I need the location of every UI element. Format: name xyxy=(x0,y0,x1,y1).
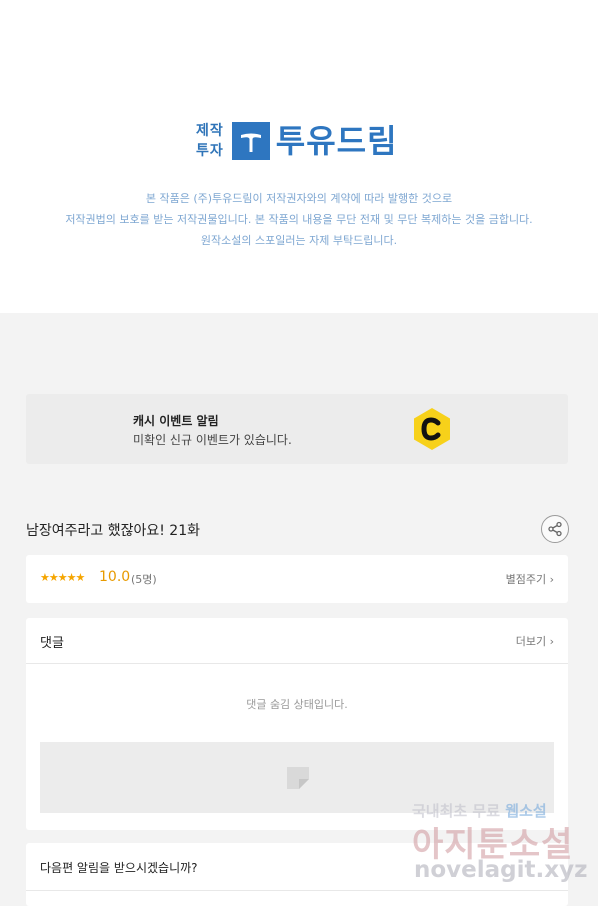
copyright-notice-line: 원작소설의 스포일러는 자제 부탁드립니다. xyxy=(200,234,398,247)
banner-title: 캐시 이벤트 알림 xyxy=(133,414,219,428)
comments-more-label: 더보기 xyxy=(515,635,547,648)
episode-title: 남장여주라고 했잖아요! 21화 xyxy=(26,523,201,539)
divider xyxy=(26,890,568,891)
share-icon xyxy=(548,521,562,537)
logo-mark-icon xyxy=(231,122,270,160)
divider xyxy=(26,663,568,664)
cash-c-icon xyxy=(414,408,450,450)
logo-small-line2: 투자 xyxy=(196,143,224,159)
rate-button[interactable]: 별점주기 › xyxy=(506,571,554,587)
rating-score: 10.0 xyxy=(99,569,131,585)
chevron-right-icon: › xyxy=(549,573,554,586)
copyright-notice-line: 본 작품은 (주)투유드림이 저작권자와의 계약에 따라 발행한 것으로 xyxy=(145,192,453,205)
next-episode-question: 다음편 알림을 받으시겠습니까? xyxy=(40,861,198,875)
comments-header: 댓글 xyxy=(40,636,64,651)
comments-more-button[interactable]: 더보기 › xyxy=(516,633,554,649)
publisher-section: 제작 투자 투유드림 본 작품은 (주)투유드림이 저작권자와의 계약에 따라 … xyxy=(0,0,598,313)
cash-event-banner[interactable]: 캐시 이벤트 알림 미확인 신규 이벤트가 있습니다. xyxy=(26,394,568,464)
copyright-notice-line: 저작권법의 보호를 받는 저작권물입니다. 본 작품의 내용을 무단 전재 및 … xyxy=(65,213,533,226)
rate-button-label: 별점주기 xyxy=(505,573,547,586)
share-button[interactable] xyxy=(541,515,569,543)
chevron-right-icon: › xyxy=(549,635,554,648)
rating-count: (5명) xyxy=(131,573,157,586)
brand-name: 투유드림 xyxy=(275,122,398,160)
logo-small-line1: 제작 xyxy=(196,123,224,139)
rating-card: ★★★★★ 10.0 (5명) 별점주기 › xyxy=(26,555,568,603)
comments-card: 댓글 더보기 › 댓글 숨김 상태입니다. xyxy=(26,618,568,830)
logo-small-text: 제작 투자 xyxy=(196,121,224,161)
rating-stars: ★★★★★ xyxy=(40,571,85,584)
watermark-domain: novelagit.xyz xyxy=(414,857,588,883)
image-placeholder-icon xyxy=(287,767,309,789)
comments-hidden-message: 댓글 숨김 상태입니다. xyxy=(246,698,348,711)
banner-subtitle: 미확인 신규 이벤트가 있습니다. xyxy=(133,433,292,447)
publisher-logo: 제작 투자 투유드림 xyxy=(196,120,398,162)
